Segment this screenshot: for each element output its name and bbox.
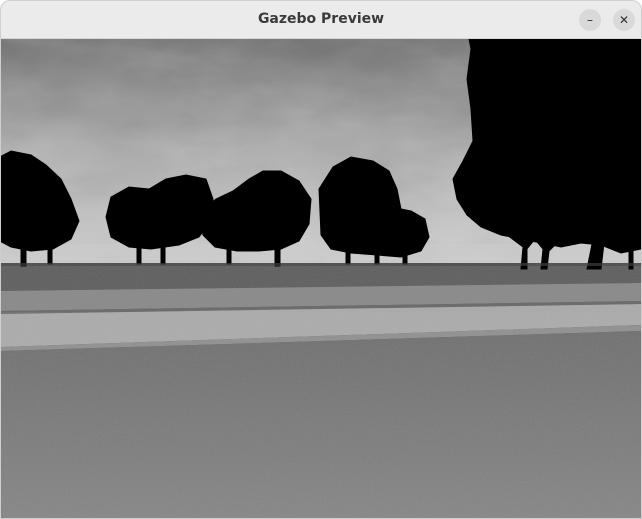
window-title: Gazebo Preview xyxy=(257,11,385,27)
scene-render xyxy=(1,39,641,518)
gazebo-preview-window: Gazebo Preview – ✕ xyxy=(0,0,642,519)
simulation-viewport[interactable] xyxy=(1,39,641,518)
title-bar[interactable]: Gazebo Preview – ✕ xyxy=(1,1,641,39)
close-icon: ✕ xyxy=(618,13,630,27)
close-button[interactable]: ✕ xyxy=(613,9,635,31)
minimize-button[interactable]: – xyxy=(579,9,601,31)
minimize-icon: – xyxy=(587,13,593,27)
